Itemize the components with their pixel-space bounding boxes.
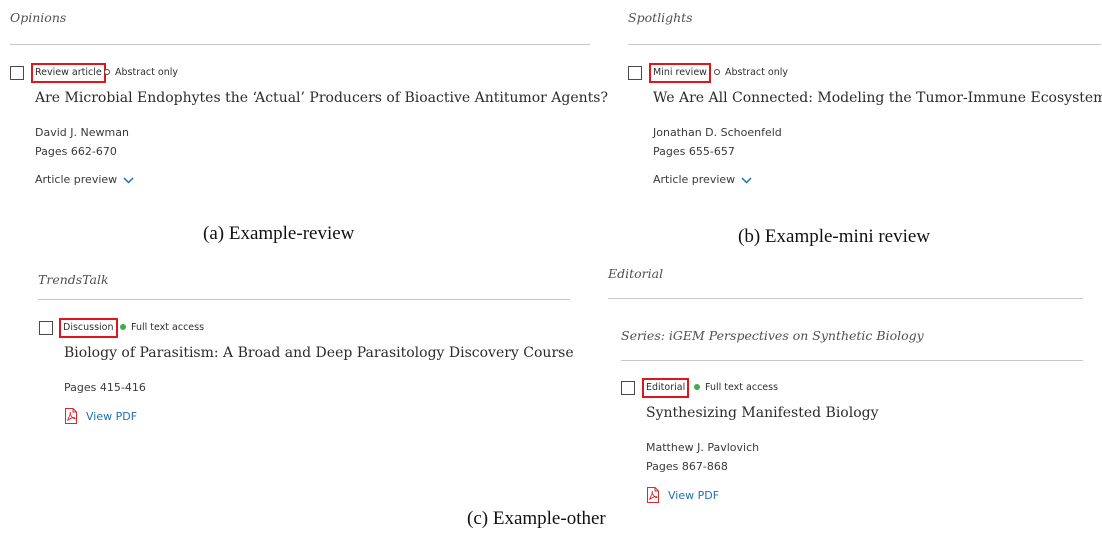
author: Jonathan D. Schoenfeld (653, 126, 782, 139)
article-title-link[interactable]: Are Microbial Endophytes the ‘Actual’ Pr… (35, 90, 608, 106)
section-divider (10, 44, 590, 45)
author: Matthew J. Pavlovich (646, 441, 760, 454)
access-status: Full text access (120, 318, 204, 338)
section-divider (628, 44, 1101, 45)
pages: Pages 662-670 (35, 145, 117, 158)
series-heading: Series: iGEM Perspectives on Synthetic B… (621, 328, 924, 343)
caption-c: (c) Example-other (467, 508, 606, 529)
article-type-badge: Review article (31, 63, 106, 83)
access-status: Abstract only (714, 63, 788, 83)
article-title-link[interactable]: Biology of Parasitism: A Broad and Deep … (64, 345, 574, 361)
article-type-badge: Discussion (59, 318, 118, 338)
pages: Pages 415-416 (64, 381, 146, 394)
access-status: Abstract only (104, 63, 178, 83)
caption-b: (b) Example-mini review (738, 226, 931, 247)
abstract-only-icon (714, 69, 720, 75)
abstract-only-icon (104, 69, 110, 75)
section-heading-trendstalk: TrendsTalk (38, 272, 109, 287)
select-checkbox[interactable] (628, 66, 642, 80)
chevron-down-icon (741, 174, 752, 187)
section-heading-opinions: Opinions (10, 10, 67, 25)
view-pdf-link[interactable]: View PDF (64, 408, 137, 424)
green-dot-icon (120, 324, 126, 330)
article-title-link[interactable]: Synthesizing Manifested Biology (646, 405, 879, 421)
section-divider (38, 299, 570, 300)
article-preview-toggle[interactable]: Article preview (35, 173, 134, 187)
caption-a: (a) Example-review (203, 223, 355, 244)
pages: Pages 655-657 (653, 145, 735, 158)
article-preview-toggle[interactable]: Article preview (653, 173, 752, 187)
author: David J. Newman (35, 126, 129, 139)
article-type-badge: Mini review (649, 63, 711, 83)
article-title-link[interactable]: We Are All Connected: Modeling the Tumor… (653, 90, 1102, 106)
access-status: Full text access (694, 378, 778, 398)
view-pdf-link[interactable]: View PDF (646, 487, 719, 503)
pages: Pages 867-868 (646, 460, 728, 473)
chevron-down-icon (123, 174, 134, 187)
section-divider (608, 298, 1083, 299)
section-heading-spotlights: Spotlights (628, 10, 693, 25)
select-checkbox[interactable] (621, 381, 635, 395)
pdf-file-icon (647, 487, 659, 503)
select-checkbox[interactable] (10, 66, 24, 80)
series-divider (621, 360, 1083, 361)
select-checkbox[interactable] (39, 321, 53, 335)
pdf-file-icon (65, 408, 77, 424)
article-type-badge: Editorial (642, 378, 690, 398)
section-heading-editorial: Editorial (608, 266, 664, 281)
green-dot-icon (694, 384, 700, 390)
